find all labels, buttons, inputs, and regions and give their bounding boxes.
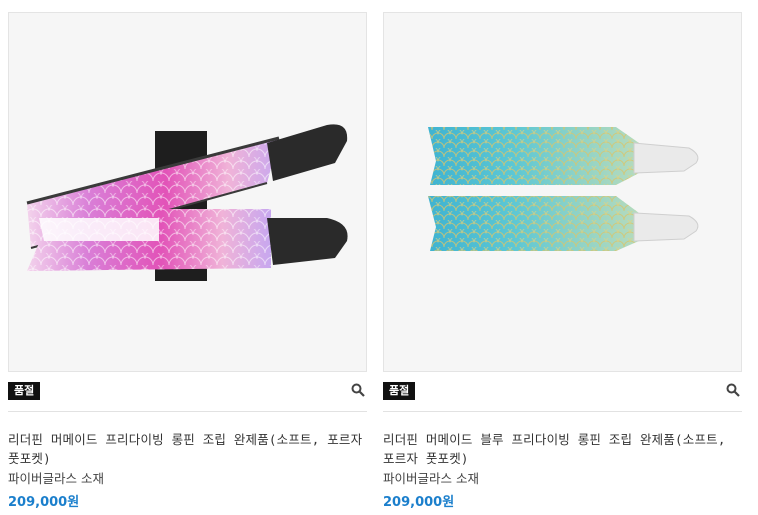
- product-material: 파이버글라스 소재: [383, 471, 479, 486]
- product-name[interactable]: 리더핀 머메이드 블루 프리다이빙 롱핀 조립 완제품(소프트, 포르자 풋포켓…: [383, 430, 742, 468]
- magnifier-icon[interactable]: [351, 383, 365, 397]
- product-material: 파이버글라스 소재: [8, 471, 104, 486]
- product-price: 209,000원: [383, 495, 455, 510]
- product-image[interactable]: [383, 12, 742, 372]
- pink-mermaid-fins-image: [26, 124, 348, 281]
- sold-out-badge: 품절: [8, 382, 41, 400]
- sold-out-badge: 품절: [383, 382, 416, 400]
- product-price: 209,000원: [8, 495, 80, 510]
- product-name[interactable]: 리더핀 머메이드 프리다이빙 롱핀 조립 완제품(소프트, 포르자 풋포켓): [8, 430, 367, 468]
- magnifier-icon[interactable]: [726, 383, 740, 397]
- product-info: 리더핀 머메이드 블루 프리다이빙 롱핀 조립 완제품(소프트, 포르자 풋포켓…: [383, 412, 742, 510]
- product-card[interactable]: 품절 리더핀 머메이드 프리다이빙 롱핀 조립 완제품(소프트, 포르자 풋포켓…: [8, 12, 367, 510]
- product-card[interactable]: 품절 리더핀 머메이드 블루 프리다이빙 롱핀 조립 완제품(소프트, 포르자 …: [383, 12, 742, 510]
- product-meta-row: 품절: [383, 372, 742, 412]
- product-meta-row: 품절: [8, 372, 367, 412]
- blue-mermaid-fins-image: [428, 127, 699, 251]
- product-info: 리더핀 머메이드 프리다이빙 롱핀 조립 완제품(소프트, 포르자 풋포켓) 파…: [8, 412, 367, 510]
- product-image[interactable]: [8, 12, 367, 372]
